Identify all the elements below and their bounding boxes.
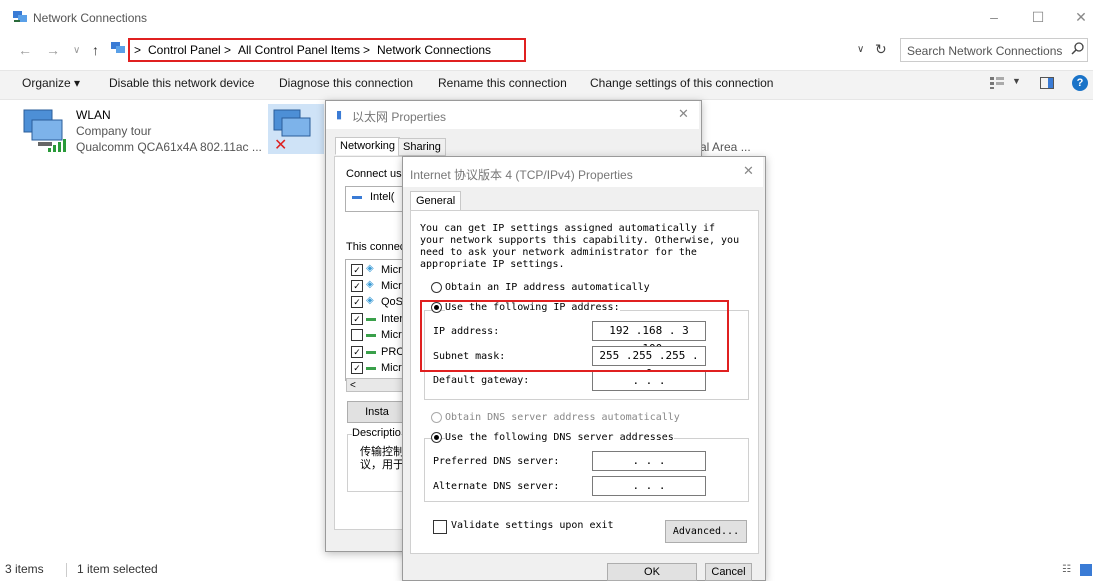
description-text-line2: 议，用于 — [360, 459, 404, 471]
status-divider — [66, 563, 67, 577]
svg-text:✕: ✕ — [274, 135, 287, 154]
ethernet-connection-selected[interactable]: ✕ — [268, 104, 324, 154]
obtain-ip-auto-label[interactable]: Obtain an IP address automatically — [445, 282, 650, 293]
component-checkbox[interactable]: ✓ — [351, 313, 363, 325]
close-button[interactable]: ✕ — [1066, 6, 1093, 28]
preview-pane-icon[interactable] — [1040, 77, 1054, 89]
maximize-button[interactable]: ☐ — [1023, 6, 1053, 28]
ipv4-dialog-close-button[interactable]: ✕ — [743, 163, 754, 179]
breadcrumb-network-connections[interactable]: Network Connections — [377, 43, 491, 57]
component-label: QoS — [381, 296, 404, 308]
validate-settings-label[interactable]: Validate settings upon exit — [451, 520, 614, 531]
connect-using-label: Connect usi — [346, 168, 405, 180]
ethernet-dialog-title: 以太网 Properties — [352, 110, 447, 124]
view-dropdown-chevron-icon[interactable]: ▼ — [1012, 76, 1021, 86]
help-icon[interactable]: ? — [1072, 75, 1088, 91]
details-view-icon[interactable]: ☷ — [1062, 564, 1071, 575]
protocol-icon: ▬ — [366, 346, 376, 357]
breadcrumb-separator: > — [224, 43, 232, 57]
alternate-dns-label: Alternate DNS server: — [433, 481, 560, 492]
title-bar — [0, 0, 1093, 34]
component-checkbox[interactable]: ✓ — [351, 362, 363, 374]
breadcrumb-all-items[interactable]: All Control Panel Items — [238, 43, 360, 57]
protocol-icon: ▬ — [366, 329, 376, 340]
advanced-button[interactable]: Advanced... — [665, 520, 747, 543]
tab-general[interactable]: General — [410, 191, 462, 211]
this-connection-label: This connec — [346, 241, 406, 253]
minimize-button[interactable]: – — [979, 6, 1009, 28]
wlan-adapter: Qualcomm QCA61x4A 802.11ac ... — [76, 140, 262, 154]
protocol-icon: ▬ — [366, 313, 376, 324]
obtain-dns-auto-label[interactable]: Obtain DNS server address automatically — [445, 412, 680, 423]
preferred-dns-field[interactable]: . . . — [592, 451, 706, 471]
component-label: Micr — [381, 329, 402, 341]
component-checkbox[interactable]: ✓ — [351, 296, 363, 308]
component-checkbox[interactable]: ✓ — [351, 346, 363, 358]
view-options-icon[interactable] — [990, 77, 1004, 89]
refresh-icon[interactable]: ↻ — [875, 41, 887, 58]
component-checkbox[interactable]: ✓ — [351, 264, 363, 276]
control-panel-icon — [110, 41, 126, 55]
ip-highlight-box — [420, 300, 729, 372]
component-icon: ◈ — [366, 263, 374, 274]
ethernet-adapter-icon: ▮ — [336, 109, 343, 121]
breadcrumb-control-panel[interactable]: Control Panel — [148, 43, 221, 57]
component-checkbox[interactable] — [351, 329, 363, 341]
alternate-dns-field[interactable]: . . . — [592, 476, 706, 496]
obtain-dns-auto-radio[interactable] — [431, 412, 442, 423]
install-button[interactable]: Insta — [347, 401, 407, 423]
ipv4-dialog-title: Internet 协议版本 4 (TCP/IPv4) Properties — [410, 168, 633, 182]
breadcrumb-separator: > — [134, 43, 142, 57]
forward-arrow-icon[interactable]: → — [46, 42, 60, 58]
component-label: Inter — [381, 313, 404, 325]
back-arrow-icon[interactable]: ← — [18, 42, 32, 58]
wlan-network: Company tour — [76, 124, 152, 138]
disable-device-button[interactable]: Disable this network device — [109, 76, 254, 90]
component-label: Micr — [381, 264, 402, 276]
component-icon: ◈ — [366, 295, 374, 306]
diagnose-button[interactable]: Diagnose this connection — [279, 76, 413, 90]
tiles-view-icon[interactable] — [1080, 564, 1092, 576]
adapter-name: Intel( — [370, 191, 395, 203]
change-settings-button[interactable]: Change settings of this connection — [590, 76, 773, 90]
search-icon[interactable] — [1071, 41, 1085, 55]
tab-networking[interactable]: Networking — [335, 137, 401, 155]
wlan-adapter-icon[interactable] — [22, 106, 72, 154]
window-title: Network Connections — [33, 11, 148, 25]
component-label: PRC — [381, 346, 405, 358]
breadcrumb-separator: > — [363, 43, 371, 57]
organize-menu[interactable]: Organize ▾ — [22, 76, 80, 90]
default-gateway-field[interactable]: . . . — [592, 371, 706, 391]
recent-chevron-icon[interactable]: ∨ — [73, 45, 80, 56]
use-following-dns-label[interactable]: Use the following DNS server addresses — [445, 432, 674, 443]
ip-intro-text: You can get IP settings assigned automat… — [420, 223, 740, 270]
search-placeholder: Search Network Connections — [907, 44, 1063, 58]
list-scrollbar-left-icon[interactable]: < — [346, 378, 404, 392]
component-checkbox[interactable]: ✓ — [351, 280, 363, 292]
default-gateway-label: Default gateway: — [433, 375, 530, 386]
tab-sharing[interactable]: Sharing — [398, 138, 446, 156]
up-arrow-icon[interactable]: ↑ — [92, 42, 99, 58]
ok-button[interactable]: OK — [607, 563, 697, 581]
component-label: Micr — [381, 362, 402, 374]
protocol-icon: ▬ — [366, 362, 376, 373]
validate-settings-checkbox[interactable] — [433, 520, 447, 534]
status-selected: 1 item selected — [77, 562, 158, 576]
description-label: Descriptio — [352, 427, 401, 439]
component-label: Micr — [381, 280, 402, 292]
cancel-button[interactable]: Cancel — [705, 563, 752, 581]
network-connections-icon — [12, 10, 28, 24]
obtain-ip-auto-radio[interactable] — [431, 282, 442, 293]
rename-button[interactable]: Rename this connection — [438, 76, 567, 90]
address-dropdown-chevron-icon[interactable]: ∨ — [857, 44, 864, 55]
wlan-name: WLAN — [76, 108, 111, 122]
adapter-icon: ▬ — [352, 191, 362, 202]
preferred-dns-label: Preferred DNS server: — [433, 456, 560, 467]
use-following-dns-radio[interactable] — [431, 432, 442, 443]
ethernet-dialog-close-button[interactable]: ✕ — [678, 106, 689, 122]
local-area-partial: al Area ... — [700, 140, 751, 154]
component-icon: ◈ — [366, 279, 374, 290]
status-item-count: 3 items — [5, 562, 44, 576]
